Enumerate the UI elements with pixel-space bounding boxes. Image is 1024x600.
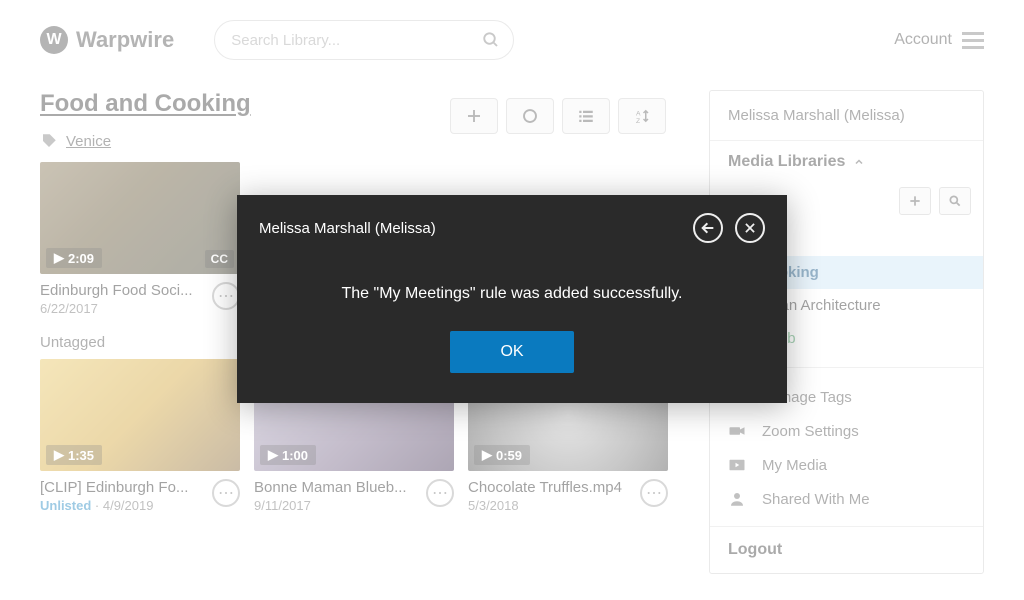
modal-overlay[interactable]: Melissa Marshall (Melissa) The "My Meeti… (0, 0, 1024, 600)
modal-message: The "My Meetings" rule was added success… (259, 285, 765, 303)
ok-button[interactable]: OK (450, 331, 573, 373)
modal-user: Melissa Marshall (Melissa) (259, 220, 681, 237)
back-button[interactable] (693, 213, 723, 243)
close-button[interactable] (735, 213, 765, 243)
success-modal: Melissa Marshall (Melissa) The "My Meeti… (237, 195, 787, 403)
